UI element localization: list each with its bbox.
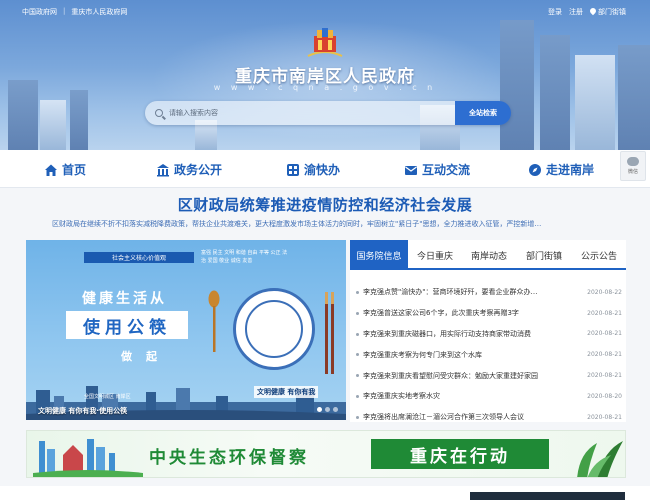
promo-slogan: 富强 民主 文明 和谐 自由 平等 公正 法治 爱国 敬业 诚信 友善 xyxy=(201,250,288,264)
news-date: 2020-08-21 xyxy=(587,330,622,338)
city-emblem-icon xyxy=(307,28,343,57)
nav-label: 渝快办 xyxy=(304,163,341,177)
nav-label: 政务公开 xyxy=(174,163,223,177)
news-date: 2020-08-22 xyxy=(587,288,622,296)
skyline-building xyxy=(40,100,66,150)
carousel-dot[interactable] xyxy=(317,407,322,412)
nav-label: 走进南岸 xyxy=(546,163,595,177)
nav-label: 互动交流 xyxy=(422,163,471,177)
list-item[interactable]: 李克强曾送这家公司6个字，此次重庆考察再赠3字 2020-08-21 xyxy=(350,303,626,324)
promo-line1: 健康生活从 xyxy=(82,291,167,307)
nav-gov-affairs[interactable]: 政务公开 xyxy=(156,161,222,178)
tab-nanan-news[interactable]: 南岸动态 xyxy=(462,240,516,270)
site-search-button[interactable]: 全站检索 xyxy=(455,101,511,125)
promo-mini-logo: 全国文明城区 南岸区 xyxy=(84,394,131,400)
link-cq-gov[interactable]: 重庆市人民政府网 xyxy=(71,7,127,17)
nav-label: 首页 xyxy=(62,163,87,177)
news-date: 2020-08-20 xyxy=(587,392,622,400)
list-item[interactable]: 李克强来到重庆磁器口，用实际行动支持商家带动消费 2020-08-21 xyxy=(350,324,626,345)
plants-icon xyxy=(577,441,623,477)
plate-inner-ring xyxy=(245,300,303,358)
compass-icon xyxy=(529,163,541,176)
search-icon xyxy=(155,109,163,117)
list-item[interactable]: 李克强重庆考察为何专门来到这个水库 2020-08-21 xyxy=(350,344,626,365)
list-item[interactable]: 李克强点赞"渝快办"：营商环境好歼，要看企业群众办… 2020-08-22 xyxy=(350,282,626,303)
news-date: 2020-08-21 xyxy=(587,351,622,359)
home-icon xyxy=(45,164,57,176)
wechat-label: 微信 xyxy=(627,169,638,175)
eco-title-left: 中央生态环保督察 xyxy=(149,448,309,468)
dept-street-label: 部门街镇 xyxy=(598,8,626,16)
register-link[interactable]: 注册 xyxy=(569,7,583,17)
promo-carousel[interactable]: 社会主义核心价值观 富强 民主 文明 和谐 自由 平等 公正 法治 爱国 敬业 … xyxy=(26,240,346,420)
mailbox-icon xyxy=(405,165,417,175)
tab-dept-street[interactable]: 部门街镇 xyxy=(516,240,572,270)
nav-yukuaiban[interactable]: 渝快办 xyxy=(286,161,340,178)
tab-chongqing-today[interactable]: 今日重庆 xyxy=(408,240,462,270)
nav-interaction[interactable]: 互动交流 xyxy=(404,161,470,178)
news-title: 李克强重庆考察为何专门来到这个水库 xyxy=(363,350,482,359)
headline-title[interactable]: 区财政局统筹推进疫情防控和经济社会发展 xyxy=(0,194,650,215)
news-title: 李克强曾送这家公司6个字，此次重庆考察再赠3字 xyxy=(363,309,519,318)
promo-caption: 文明健康 有你有我·使用公筷 xyxy=(38,407,128,415)
nav-about-nanan[interactable]: 走进南岸 xyxy=(528,161,594,178)
divider: | xyxy=(63,7,66,15)
main-nav: 首页 政务公开 渝快办 互动交流 走进南岸 xyxy=(0,150,650,188)
news-tabs: 国务院信息 今日重庆 南岸动态 部门街镇 公示公告 xyxy=(350,240,626,270)
promo-top-strip: 社会主义核心价值观 xyxy=(84,252,194,263)
list-item[interactable]: 李克强来到重庆看望慰问受灾群众：勉励大家重建好家园 2020-08-21 xyxy=(350,365,626,386)
login-link[interactable]: 登录 xyxy=(548,7,562,17)
government-building-icon xyxy=(157,163,169,176)
news-title: 李克强将出席澜沧江－湄公河合作第三次领导人会议 xyxy=(363,413,524,422)
wechat-float-button[interactable]: 微信 xyxy=(620,151,646,181)
chongqing-skyline-icon xyxy=(33,439,143,477)
tab-announcements[interactable]: 公示公告 xyxy=(572,240,626,270)
news-title: 李克强来到重庆磁器口，用实际行动支持商家带动消费 xyxy=(363,329,531,338)
carousel-dot[interactable] xyxy=(325,407,330,412)
dept-street-link[interactable]: 部门街镇 xyxy=(588,6,626,17)
carousel-dots xyxy=(317,407,338,412)
news-panel: 国务院信息 今日重庆 南岸动态 部门街镇 公示公告 李克强点赞"渝快办"：营商环… xyxy=(350,240,626,422)
tab-state-council[interactable]: 国务院信息 xyxy=(350,240,408,270)
news-date: 2020-08-21 xyxy=(587,413,622,421)
eco-title-right: 重庆在行动 xyxy=(371,439,549,469)
search-bar: 全站检索 xyxy=(145,101,511,125)
nav-home[interactable]: 首页 xyxy=(44,161,86,178)
footer-strip xyxy=(0,486,650,500)
skyline-building xyxy=(540,35,570,150)
headline-summary: 区财政局在继续不折不扣落实减税降费政策，帮扶企业共渡难关，更大程度激发市场主体活… xyxy=(52,220,542,228)
carousel-dot[interactable] xyxy=(333,407,338,412)
service-grid-icon xyxy=(287,163,299,176)
skyline-building xyxy=(618,45,650,150)
news-date: 2020-08-21 xyxy=(587,372,622,380)
spoon-icon xyxy=(208,290,220,352)
header-banner: 中国政府网 | 重庆市人民政府网 登录 注册 部门街镇 重庆市南岸区人民政府 w… xyxy=(0,0,650,150)
eco-inspection-banner[interactable]: 中央生态环保督察 重庆在行动 xyxy=(26,430,626,478)
list-item[interactable]: 李克强将出席澜沧江－湄公河合作第三次领导人会议 2020-08-21 xyxy=(350,407,626,428)
news-title: 李克强点赞"渝快办"：营商环境好歼，要看企业群众办… xyxy=(363,288,538,297)
news-date: 2020-08-21 xyxy=(587,309,622,317)
footer-dark-bar xyxy=(470,492,625,500)
promo-line3: 做起 xyxy=(121,350,171,363)
site-url: w w w . c q n a . g o v . c n xyxy=(213,83,437,92)
chopsticks-icon xyxy=(325,292,334,374)
promo-badge: 文明健康 有你有我 xyxy=(254,386,319,398)
skyline-building xyxy=(70,90,88,150)
plate-icon xyxy=(233,288,315,370)
top-utility-bar: 中国政府网 | 重庆市人民政府网 登录 注册 部门街镇 xyxy=(0,0,650,22)
list-item[interactable]: 李克强重庆实地考察水灾 2020-08-20 xyxy=(350,386,626,407)
news-title: 李克强重庆实地考察水灾 xyxy=(363,392,440,401)
wechat-icon xyxy=(627,157,639,166)
link-gov-cn[interactable]: 中国政府网 xyxy=(22,7,57,17)
news-list: 李克强点赞"渝快办"：营商环境好歼，要看企业群众办… 2020-08-22 李克强… xyxy=(350,282,626,428)
search-input[interactable] xyxy=(169,109,419,117)
promo-line2: 使用公筷 xyxy=(66,311,188,339)
location-pin-icon xyxy=(588,6,598,16)
news-title: 李克强来到重庆看望慰问受灾群众：勉励大家重建好家园 xyxy=(363,371,538,380)
search-field xyxy=(145,101,455,125)
